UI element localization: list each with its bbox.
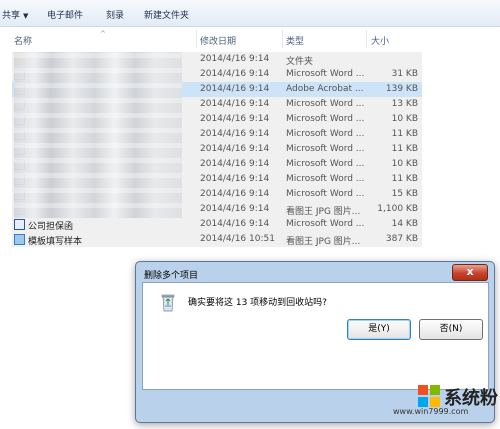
column-divider[interactable] [282, 30, 283, 48]
dropdown-arrow-icon: ▼ [23, 12, 29, 20]
file-size: 139 KB [385, 84, 418, 94]
file-type: Microsoft Word ... [286, 69, 365, 79]
recycle-bin-icon [161, 294, 175, 312]
share-menu-button[interactable]: 共享 ▼ [2, 8, 28, 21]
file-name: 公司担保函 [28, 222, 74, 232]
command-toolbar: 共享 ▼ 电子邮件 刻录 新建文件夹 [0, 0, 500, 27]
file-type: 看图王 JPG 图片... [286, 207, 361, 217]
file-type: Microsoft Word ... [286, 174, 365, 184]
column-header: ^ 名称 修改日期 类型 大小 [0, 30, 500, 48]
no-button[interactable]: 否(N) [419, 319, 483, 340]
file-row[interactable]: 模板填写样本 2014/4/16 10:51 看图王 JPG 图片... 387 KB [12, 232, 422, 247]
file-modified-date: 2014/4/16 9:14 [200, 219, 270, 229]
column-divider[interactable] [196, 30, 197, 48]
word-document-icon [14, 219, 25, 230]
file-size: 10 KB [391, 159, 418, 169]
column-size[interactable]: 大小 [371, 34, 389, 47]
file-type: Microsoft Word ... [286, 129, 365, 139]
file-modified-date: 2014/4/16 9:14 [200, 189, 270, 199]
file-type: Microsoft Word ... [286, 99, 365, 109]
file-size: 387 KB [385, 234, 418, 244]
file-name: 模板填写样本 [28, 237, 83, 247]
file-modified-date: 2014/4/16 9:14 [200, 54, 270, 64]
watermark-url: www.win7999.com [393, 407, 469, 416]
email-button[interactable]: 电子邮件 [47, 8, 83, 21]
file-size: 11 KB [391, 144, 418, 154]
close-icon: x [466, 265, 474, 278]
column-divider[interactable] [366, 30, 367, 48]
file-type: Microsoft Word ... [286, 189, 365, 199]
file-modified-date: 2014/4/16 9:14 [200, 69, 270, 79]
file-modified-date: 2014/4/16 9:14 [200, 84, 270, 94]
file-size: 13 KB [391, 99, 418, 109]
file-type: Microsoft Word ... [286, 219, 365, 229]
file-size: 11 KB [391, 129, 418, 139]
file-type: Microsoft Word ... [286, 159, 365, 169]
file-type: Adobe Acrobat ... [286, 84, 364, 94]
file-modified-date: 2014/4/16 9:14 [200, 174, 270, 184]
column-date[interactable]: 修改日期 [200, 34, 236, 47]
image-icon [14, 234, 25, 245]
file-modified-date: 2014/4/16 9:14 [200, 204, 270, 214]
file-modified-date: 2014/4/16 9:14 [200, 129, 270, 139]
file-modified-date: 2014/4/16 9:14 [200, 99, 270, 109]
obscured-file-names-overlay [14, 52, 182, 218]
file-size: 1,100 KB [377, 204, 418, 214]
file-row[interactable]: 公司担保函 2014/4/16 9:14 Microsoft Word ... 14 … [12, 217, 422, 232]
file-type: 看图王 JPG 图片... [286, 237, 361, 247]
file-type: 文件夹 [286, 57, 314, 67]
file-size: 10 KB [391, 114, 418, 124]
column-name[interactable]: 名称 [14, 34, 32, 47]
confirm-message: 确实要将这 13 项移动到回收站吗? [188, 298, 327, 308]
burn-button[interactable]: 刻录 [106, 8, 124, 21]
file-modified-date: 2014/4/16 9:14 [200, 114, 270, 124]
file-type: Microsoft Word ... [286, 144, 365, 154]
file-size: 14 KB [391, 219, 418, 229]
file-type: Microsoft Word ... [286, 114, 365, 124]
new-folder-button[interactable]: 新建文件夹 [144, 8, 189, 21]
file-size: 11 KB [391, 174, 418, 184]
column-type[interactable]: 类型 [286, 34, 304, 47]
yes-button[interactable]: 是(Y) [347, 319, 411, 340]
delete-multiple-items-dialog: 删除多个项目 x 确实要将这 13 项移动到回收站吗? 是(Y) 否(N) [135, 261, 495, 423]
close-button[interactable]: x [452, 264, 488, 281]
file-modified-date: 2014/4/16 10:51 [200, 234, 275, 244]
dialog-title: 删除多个项目 [144, 271, 199, 281]
sort-caret-icon: ^ [100, 30, 106, 38]
file-size: 15 KB [391, 189, 418, 199]
dialog-body: 确实要将这 13 项移动到回收站吗? 是(Y) 否(N) [142, 282, 489, 390]
share-label: 共享 [2, 11, 21, 21]
file-modified-date: 2014/4/16 9:14 [200, 159, 270, 169]
file-modified-date: 2014/4/16 9:14 [200, 144, 270, 154]
windows-logo-icon [418, 385, 440, 407]
file-size: 31 KB [391, 69, 418, 79]
